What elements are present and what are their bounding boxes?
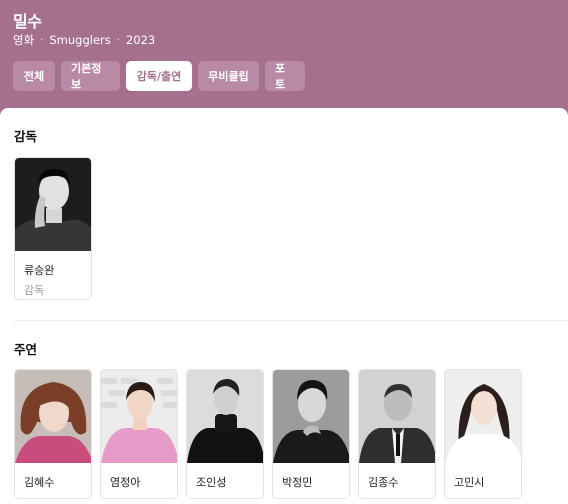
cast-name: 고민시 <box>454 476 485 489</box>
meta-separator: · <box>116 34 120 46</box>
section-title-cast: 주연 <box>14 342 38 357</box>
meta-category: 영화 <box>13 33 35 47</box>
tab-movie-clips[interactable]: 무비클립 <box>198 61 259 91</box>
director-name: 류승완 <box>24 264 55 277</box>
movie-meta: 영화 · Smugglers · 2023 <box>13 32 155 48</box>
tab-director-cast[interactable]: 감독/출연 <box>126 61 192 91</box>
cast-photo <box>101 370 177 463</box>
cast-photo <box>359 370 435 463</box>
cast-card[interactable]: 조인성 <box>186 369 264 499</box>
cast-card[interactable]: 고민시 <box>444 369 522 499</box>
director-role: 감독 <box>24 284 45 297</box>
director-card[interactable]: 류승완 감독 <box>14 157 92 300</box>
tab-basic-info[interactable]: 기본정보 <box>61 61 120 91</box>
cast-photo <box>445 370 521 463</box>
cast-name: 박정민 <box>282 476 313 489</box>
meta-year: 2023 <box>125 33 156 47</box>
director-photo <box>15 158 91 251</box>
cast-card[interactable]: 박정민 <box>272 369 350 499</box>
tab-photos[interactable]: 포토 <box>265 61 305 91</box>
tab-all[interactable]: 전체 <box>13 61 55 91</box>
cast-card[interactable]: 김혜수 <box>14 369 92 499</box>
cast-name: 김종수 <box>368 476 399 489</box>
meta-english-title: Smugglers <box>49 33 111 47</box>
cast-photo <box>273 370 349 463</box>
cast-photo <box>15 370 91 463</box>
movie-header: 밀수 영화 · Smugglers · 2023 전체 기본정보 감독/출연 무… <box>0 0 568 120</box>
section-divider <box>14 320 568 321</box>
movie-title: 밀수 <box>13 12 42 31</box>
cast-name: 조인성 <box>196 476 227 489</box>
meta-separator: · <box>40 34 44 46</box>
cast-name: 염정아 <box>110 476 141 489</box>
cast-photo <box>187 370 263 463</box>
section-title-director: 감독 <box>14 129 38 144</box>
main-content: 감독 류승완 감독 주연 김혜수 염정아 조인성 박정민 김종수 고민시 <box>0 108 568 504</box>
cast-card[interactable]: 염정아 <box>100 369 178 499</box>
cast-name: 김혜수 <box>24 476 55 489</box>
tab-bar: 전체 기본정보 감독/출연 무비클립 포토 <box>13 61 305 91</box>
cast-card[interactable]: 김종수 <box>358 369 436 499</box>
